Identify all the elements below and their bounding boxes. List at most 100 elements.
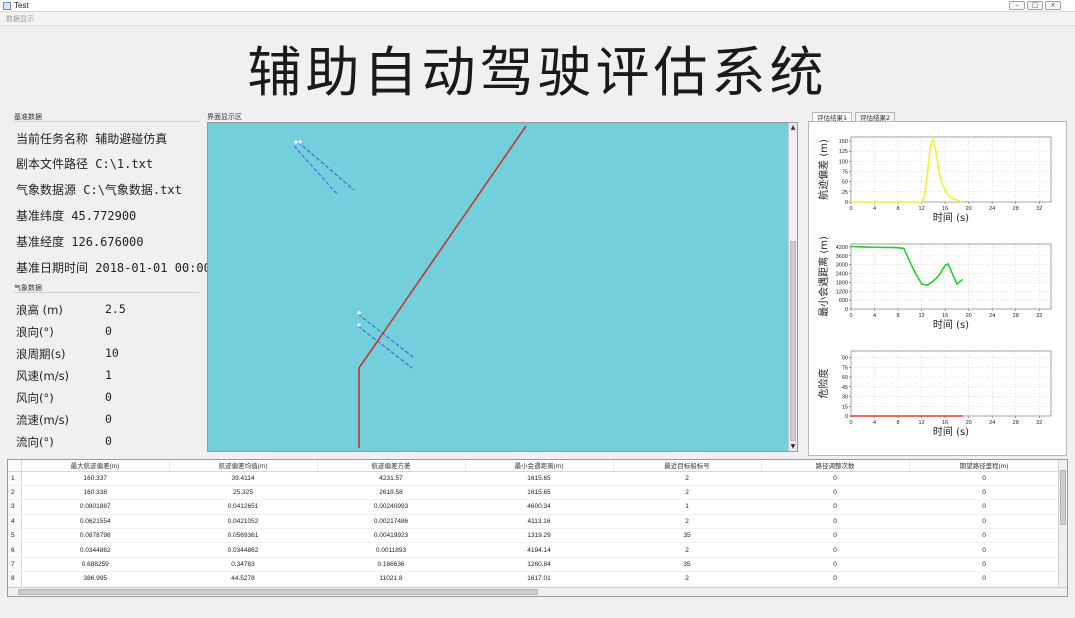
chart-xtick-label: 20: [966, 206, 972, 212]
table-row[interactable]: 2 160.338 25.325 2619.58 1615.65 2 0 0: [8, 485, 1059, 501]
eval-charts: 0 4 8 12 16 20 24 28 320255075100125150时间 (s)航迹偏…: [817, 136, 1052, 438]
results-table[interactable]: 最大航迹偏差(m) 航迹偏差均值(m) 航迹偏差方差 最小会遇距离(m) 最近目…: [7, 459, 1068, 597]
table-row[interactable]: 8 386.995 44.5278 11021.8 1617.01 2 0 0: [8, 571, 1059, 587]
row-number: 5: [8, 528, 22, 544]
display-scroll-thumb[interactable]: [790, 241, 796, 441]
target-ship-3: [357, 311, 361, 315]
display-section-title: 界面显示区: [207, 113, 242, 121]
table-hscrollbar[interactable]: [8, 587, 1067, 596]
chart-ytick-label: 3600: [836, 254, 848, 260]
chart-plot-area: [850, 243, 1052, 310]
table-vscrollbar[interactable]: [1058, 460, 1067, 587]
chart-ylabel: 危险度: [817, 369, 830, 399]
table-cell: 35: [613, 528, 761, 544]
table-row[interactable]: 4 0.0621554 0.0421052 0.00217486 4113.16 2 0 0: [8, 514, 1059, 530]
column-header[interactable]: 期望路径里程(m): [909, 460, 1060, 472]
window-title: Test: [14, 1, 29, 10]
minimize-icon[interactable]: –: [1009, 1, 1025, 10]
base-row-latitude: 基准纬度 45.772900: [16, 207, 136, 224]
table-cell: 0.0801887: [21, 499, 169, 515]
base-value: 45.772900: [71, 209, 137, 223]
chart-xtick-label: 12: [919, 420, 925, 426]
column-header[interactable]: 最近目标船标号: [613, 460, 762, 472]
chart-ytick-label: 1800: [836, 280, 848, 286]
window-titlebar: Test – □ ×: [0, 0, 1075, 12]
table-cell: 1617.01: [465, 571, 613, 587]
table-cell: 0.0878798: [21, 528, 169, 544]
column-header[interactable]: 航迹偏差方差: [317, 460, 466, 472]
table-cell: 0: [761, 542, 909, 558]
close-icon[interactable]: ×: [1045, 1, 1061, 10]
chart-ytick-label: 100: [839, 159, 848, 165]
chart-xtick-label: 8: [897, 206, 900, 212]
wave-height-label: 浪高 (m): [16, 303, 63, 317]
scroll-up-icon[interactable]: ▲: [789, 123, 797, 132]
chart-ytick-label: 0: [845, 200, 848, 206]
table-cell: 44.5278: [169, 571, 317, 587]
row-number: 3: [8, 499, 22, 515]
column-header[interactable]: 航迹偏差均值(m): [169, 460, 318, 472]
chart-xlabel: 时间 (s): [933, 425, 969, 438]
table-hscroll-thumb[interactable]: [18, 589, 538, 595]
row-number: 8: [8, 571, 22, 587]
chart-xtick-label: 4: [873, 206, 876, 212]
base-label: 当前任务名称: [16, 132, 89, 146]
table-cell: 0: [909, 471, 1059, 486]
chart-xtick-label: 24: [989, 206, 995, 212]
table-cell: 0: [909, 571, 1059, 587]
chart-xtick-label: 28: [1013, 313, 1019, 319]
display-scrollbar[interactable]: ▲ ▼: [788, 123, 797, 451]
table-cell: 1615.65: [465, 471, 613, 486]
wave-period-value: 10: [105, 346, 119, 360]
current-speed-label: 流速(m/s): [16, 413, 70, 427]
table-cell: 2: [613, 471, 761, 486]
own-ship-track-upper: [358, 125, 527, 369]
base-value: C:\1.txt: [95, 157, 154, 171]
table-row[interactable]: 3 0.0801887 0.0412651 0.00240993 4600.34 1 0 0: [8, 499, 1059, 515]
table-row[interactable]: 1 160.337 39.4114 4231.57 1615.65 2 0 0: [8, 471, 1059, 486]
table-cell: 0: [761, 571, 909, 587]
wind-speed-label: 风速(m/s): [16, 369, 70, 383]
chart-ytick-label: 15: [842, 404, 848, 410]
table-cell: 0: [909, 514, 1059, 530]
menu-item-data-display[interactable]: 数据显示: [6, 13, 34, 25]
target-ship-4: [357, 323, 361, 327]
table-cell: 11021.8: [317, 571, 465, 587]
scroll-down-icon[interactable]: ▼: [789, 442, 797, 451]
table-cell: 160.337: [21, 471, 169, 486]
chart-xtick-label: 8: [897, 420, 900, 426]
maximize-icon[interactable]: □: [1027, 1, 1043, 10]
table-cell: 0: [761, 557, 909, 573]
table-cell: 0: [909, 557, 1059, 573]
table-cell: 25.325: [169, 485, 317, 501]
table-vscroll-thumb[interactable]: [1060, 470, 1066, 525]
base-row-longitude: 基准经度 126.676000: [16, 233, 144, 250]
table-cell: 0.0412651: [169, 499, 317, 515]
chart-ytick-label: 3000: [836, 263, 848, 269]
base-value: 辅助避碰仿真: [95, 132, 168, 146]
chart-ytick-label: 75: [842, 365, 848, 371]
table-row[interactable]: 7 0.688259 0.34783 0.166636 1260.84 35 0 0: [8, 557, 1059, 573]
chart-xlabel: 时间 (s): [933, 211, 969, 224]
table-cell: 2: [613, 542, 761, 558]
base-label: 基准日期时间: [16, 261, 89, 275]
results-grid: 最大航迹偏差(m) 航迹偏差均值(m) 航迹偏差方差 最小会遇距离(m) 最近目…: [8, 460, 1060, 587]
chart-plot-area: [850, 136, 1052, 203]
chart-xtick-label: 32: [1036, 206, 1042, 212]
table-cell: 1: [613, 499, 761, 515]
table-cell: 0: [761, 485, 909, 501]
column-header[interactable]: 最大航迹偏差(m): [21, 460, 170, 472]
chart-xtick-label: 20: [966, 313, 972, 319]
row-number: 1: [8, 471, 22, 486]
table-cell: 1615.65: [465, 485, 613, 501]
table-cell: 1319.29: [465, 528, 613, 544]
column-header[interactable]: 最小会遇距离(m): [465, 460, 614, 472]
column-header[interactable]: 路径调整次数: [761, 460, 910, 472]
table-row[interactable]: 5 0.0878798 0.0569361 0.00419923 1319.29 35 0 0: [8, 528, 1059, 544]
weather-divider: [14, 292, 199, 293]
target-track-1a: [297, 141, 355, 191]
table-cell: 0: [761, 528, 909, 544]
table-row[interactable]: 6 0.0344862 0.0344862 0.0011893 4194.14 2 0 0: [8, 542, 1059, 558]
table-cell: 4600.34: [465, 499, 613, 515]
simulation-display[interactable]: ▲ ▼: [207, 122, 798, 452]
